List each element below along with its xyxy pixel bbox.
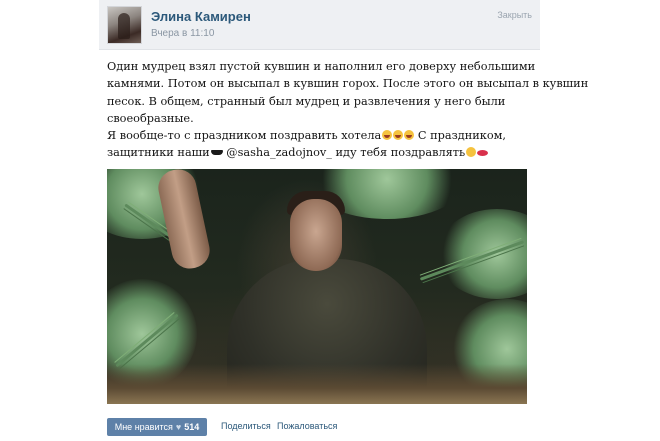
post-line: песок. В общем, странный был мудрец и ра… <box>107 94 506 108</box>
post-line: своеобразные. <box>107 111 194 125</box>
avatar[interactable] <box>107 6 142 44</box>
post-line: Я вообще-то с праздником поздравить хоте… <box>107 127 527 144</box>
like-label: Мне нравится <box>114 422 173 432</box>
kiss-lips-icon <box>477 150 489 157</box>
post-text: Один мудрец взял пустой кувшин и наполни… <box>107 58 589 162</box>
post-line: защитники наши @sasha_zadojnov_ иду тебя… <box>107 144 527 161</box>
heart-icon: ♥ <box>175 422 182 432</box>
close-link[interactable]: Закрыть <box>497 10 532 20</box>
winking-tongue-icon <box>465 147 476 158</box>
like-button[interactable]: Мне нравится ♥ 514 <box>107 418 207 436</box>
share-link[interactable]: Поделиться <box>221 421 271 431</box>
author-name[interactable]: Элина Камирен <box>151 9 251 24</box>
post-line: камнями. Потом он высыпал в кувшин горох… <box>107 77 589 91</box>
post-line-text: С праздником, <box>414 129 507 143</box>
post-line-text: Я вообще-то с праздником поздравить хоте… <box>107 129 382 143</box>
post-line-text: защитники наши <box>107 146 210 160</box>
laughing-tears-icon <box>403 130 414 141</box>
post-time[interactable]: Вчера в 11:10 <box>151 28 214 39</box>
mention-text[interactable]: @sasha_zadojnov_ иду тебя поздравлять <box>223 146 465 159</box>
sunglasses-icon <box>210 150 223 156</box>
like-count: 514 <box>184 422 200 432</box>
ground <box>107 364 527 404</box>
notification-header: Элина Камирен Вчера в 11:10 Закрыть <box>99 0 540 50</box>
soldier-face <box>290 199 342 271</box>
report-link[interactable]: Пожаловаться <box>277 421 337 431</box>
laughing-tears-icon <box>381 130 392 141</box>
post-photo[interactable] <box>107 169 527 404</box>
laughing-tears-icon <box>392 130 403 141</box>
post-line: Один мудрец взял пустой кувшин и наполни… <box>107 60 536 73</box>
